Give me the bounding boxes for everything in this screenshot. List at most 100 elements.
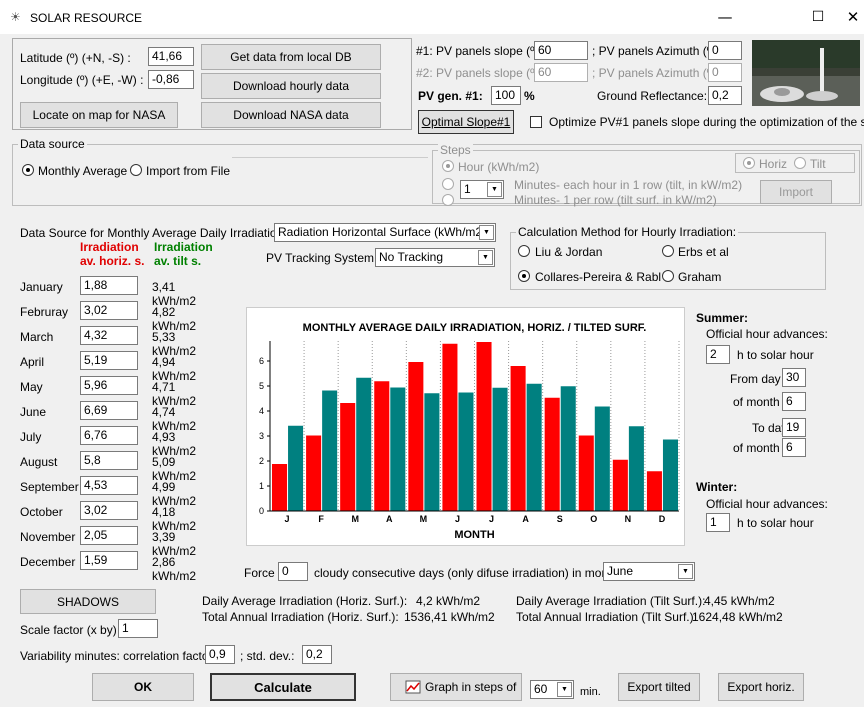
- bar-horiz: [340, 403, 356, 511]
- latitude-input[interactable]: 41,66: [148, 47, 194, 66]
- get-local-db-button[interactable]: Get data from local DB: [201, 44, 381, 70]
- month-tilt-value: 2,86 kWh/m2: [152, 555, 197, 583]
- month-horiz-input[interactable]: 3,02: [80, 301, 138, 320]
- graph-steps-button[interactable]: Graph in steps of: [390, 673, 522, 701]
- optimal-slope-button[interactable]: Optimal Slope#1: [418, 110, 514, 134]
- from-month-input[interactable]: 6: [782, 392, 806, 411]
- month-horiz-input[interactable]: 1,88: [80, 276, 138, 295]
- month-horiz-input[interactable]: 5,8: [80, 451, 138, 470]
- bar-tilt: [356, 377, 372, 511]
- std-dev-input[interactable]: 0,2: [302, 645, 332, 664]
- steps-title: Steps: [438, 143, 473, 157]
- bar-horiz: [476, 342, 492, 511]
- step-value-select[interactable]: 1 ▼: [460, 180, 504, 199]
- close-button[interactable]: ✕: [842, 4, 864, 30]
- month-horiz-input[interactable]: 6,76: [80, 426, 138, 445]
- erbs-radio[interactable]: [662, 245, 674, 257]
- chevron-down-icon: ▼: [487, 182, 502, 197]
- month-name: Februray: [20, 305, 69, 319]
- bar-tilt: [662, 439, 678, 511]
- correlation-factor-input[interactable]: 0,9: [205, 645, 235, 664]
- chart-icon: [405, 680, 421, 694]
- ground-reflectance-label: Ground Reflectance:: [597, 89, 708, 103]
- pv-gen-unit: %: [524, 89, 535, 103]
- ok-button[interactable]: OK: [92, 673, 194, 701]
- month-horiz-input[interactable]: 2,05: [80, 526, 138, 545]
- to-day-input[interactable]: 19: [782, 418, 806, 437]
- step-minutes-period-radio[interactable]: [442, 194, 454, 206]
- month-horiz-input[interactable]: 4,32: [80, 326, 138, 345]
- irradiation-chart-panel: MONTHLY AVERAGE DAILY IRRADIATION, HORIZ…: [246, 307, 685, 546]
- optimize-slope-checkbox[interactable]: [530, 116, 542, 128]
- month-tilt-value: 5,33 kWh/m2: [152, 330, 197, 358]
- collares-pereira-radio[interactable]: [518, 270, 530, 282]
- month-tilt-value: 4,82 kWh/m2: [152, 305, 197, 333]
- month-horiz-input[interactable]: 4,53: [80, 476, 138, 495]
- minimize-button[interactable]: —: [702, 4, 748, 30]
- y-tick-label: 1: [259, 481, 264, 491]
- bar-tilt: [458, 392, 474, 511]
- x-tick-label: S: [557, 514, 563, 524]
- pv2-slope-input[interactable]: 60: [534, 63, 588, 82]
- winter-hours-input[interactable]: 1: [706, 513, 730, 532]
- app-icon: ☀: [10, 10, 21, 24]
- month-tilt-value: 3,41 kWh/m2: [152, 280, 197, 308]
- graph-steps-select[interactable]: 60 ▼: [530, 680, 574, 699]
- month-horiz-input[interactable]: 5,19: [80, 351, 138, 370]
- month-horiz-input[interactable]: 3,02: [80, 501, 138, 520]
- bar-tilt: [560, 386, 576, 511]
- bar-horiz: [374, 381, 390, 511]
- step-hour-radio[interactable]: [442, 160, 454, 172]
- data-source-title: Data source: [18, 137, 87, 151]
- summer-advances-label: Official hour advances:: [706, 327, 828, 341]
- month-name: December: [20, 555, 76, 569]
- monthly-average-radio[interactable]: [22, 164, 34, 176]
- summer-hours-input[interactable]: 2: [706, 345, 730, 364]
- solar-panel-photo: [752, 40, 860, 106]
- tracking-select[interactable]: No Tracking ▼: [375, 248, 495, 267]
- import-file-radio[interactable]: [130, 164, 142, 176]
- pv1-slope-input[interactable]: 60: [534, 41, 588, 60]
- pv1-azimuth-input[interactable]: 0: [708, 41, 742, 60]
- y-tick-label: 2: [259, 456, 264, 466]
- import-button[interactable]: Import: [760, 180, 832, 204]
- force-month-select[interactable]: June ▼: [603, 562, 695, 581]
- locate-nasa-button[interactable]: Locate on map for NASA: [20, 102, 178, 128]
- month-horiz-input[interactable]: 6,69: [80, 401, 138, 420]
- bar-horiz: [306, 435, 322, 511]
- pv2-azimuth-input[interactable]: 0: [708, 63, 742, 82]
- export-tilted-button[interactable]: Export tilted: [618, 673, 700, 701]
- calculate-button[interactable]: Calculate: [210, 673, 356, 701]
- download-nasa-button[interactable]: Download NASA data: [201, 102, 381, 128]
- download-hourly-button[interactable]: Download hourly data: [201, 73, 381, 99]
- std-dev-label: ; std. dev.:: [240, 649, 295, 663]
- graham-radio[interactable]: [662, 270, 674, 282]
- tilt-radio[interactable]: [794, 157, 806, 169]
- export-horiz-button[interactable]: Export horiz.: [718, 673, 804, 701]
- month-tilt-value: 4,74 kWh/m2: [152, 405, 197, 433]
- y-tick-label: 5: [259, 381, 264, 391]
- longitude-input[interactable]: -0,86: [148, 70, 194, 89]
- pv-gen-input[interactable]: 100: [491, 86, 521, 105]
- bar-tilt: [390, 387, 406, 511]
- horiz-radio[interactable]: [743, 157, 755, 169]
- winter-to-solar-label: h to solar hour: [737, 516, 814, 530]
- bar-horiz: [612, 459, 628, 511]
- y-tick-label: 0: [259, 506, 264, 516]
- x-tick-label: N: [625, 514, 632, 524]
- month-horiz-input[interactable]: 1,59: [80, 551, 138, 570]
- ground-reflectance-input[interactable]: 0,2: [708, 86, 742, 105]
- force-days-input[interactable]: 0: [278, 562, 308, 581]
- to-month-input[interactable]: 6: [782, 438, 806, 457]
- scale-factor-input[interactable]: 1: [118, 619, 158, 638]
- liu-jordan-radio[interactable]: [518, 245, 530, 257]
- monthly-source-select[interactable]: Radiation Horizontal Surface (kWh/m2) ▼: [274, 223, 496, 242]
- shadows-button[interactable]: SHADOWS: [20, 589, 156, 614]
- x-tick-label: M: [351, 514, 359, 524]
- step-minutes-row-radio[interactable]: [442, 178, 454, 190]
- irr-horiz-heading: Irradiation: [80, 240, 139, 254]
- month-horiz-input[interactable]: 5,96: [80, 376, 138, 395]
- maximize-button[interactable]: ☐: [795, 4, 841, 30]
- daily-avg-horiz-label: Daily Average Irradiation (Horiz. Surf.)…: [202, 594, 408, 608]
- from-day-input[interactable]: 30: [782, 368, 806, 387]
